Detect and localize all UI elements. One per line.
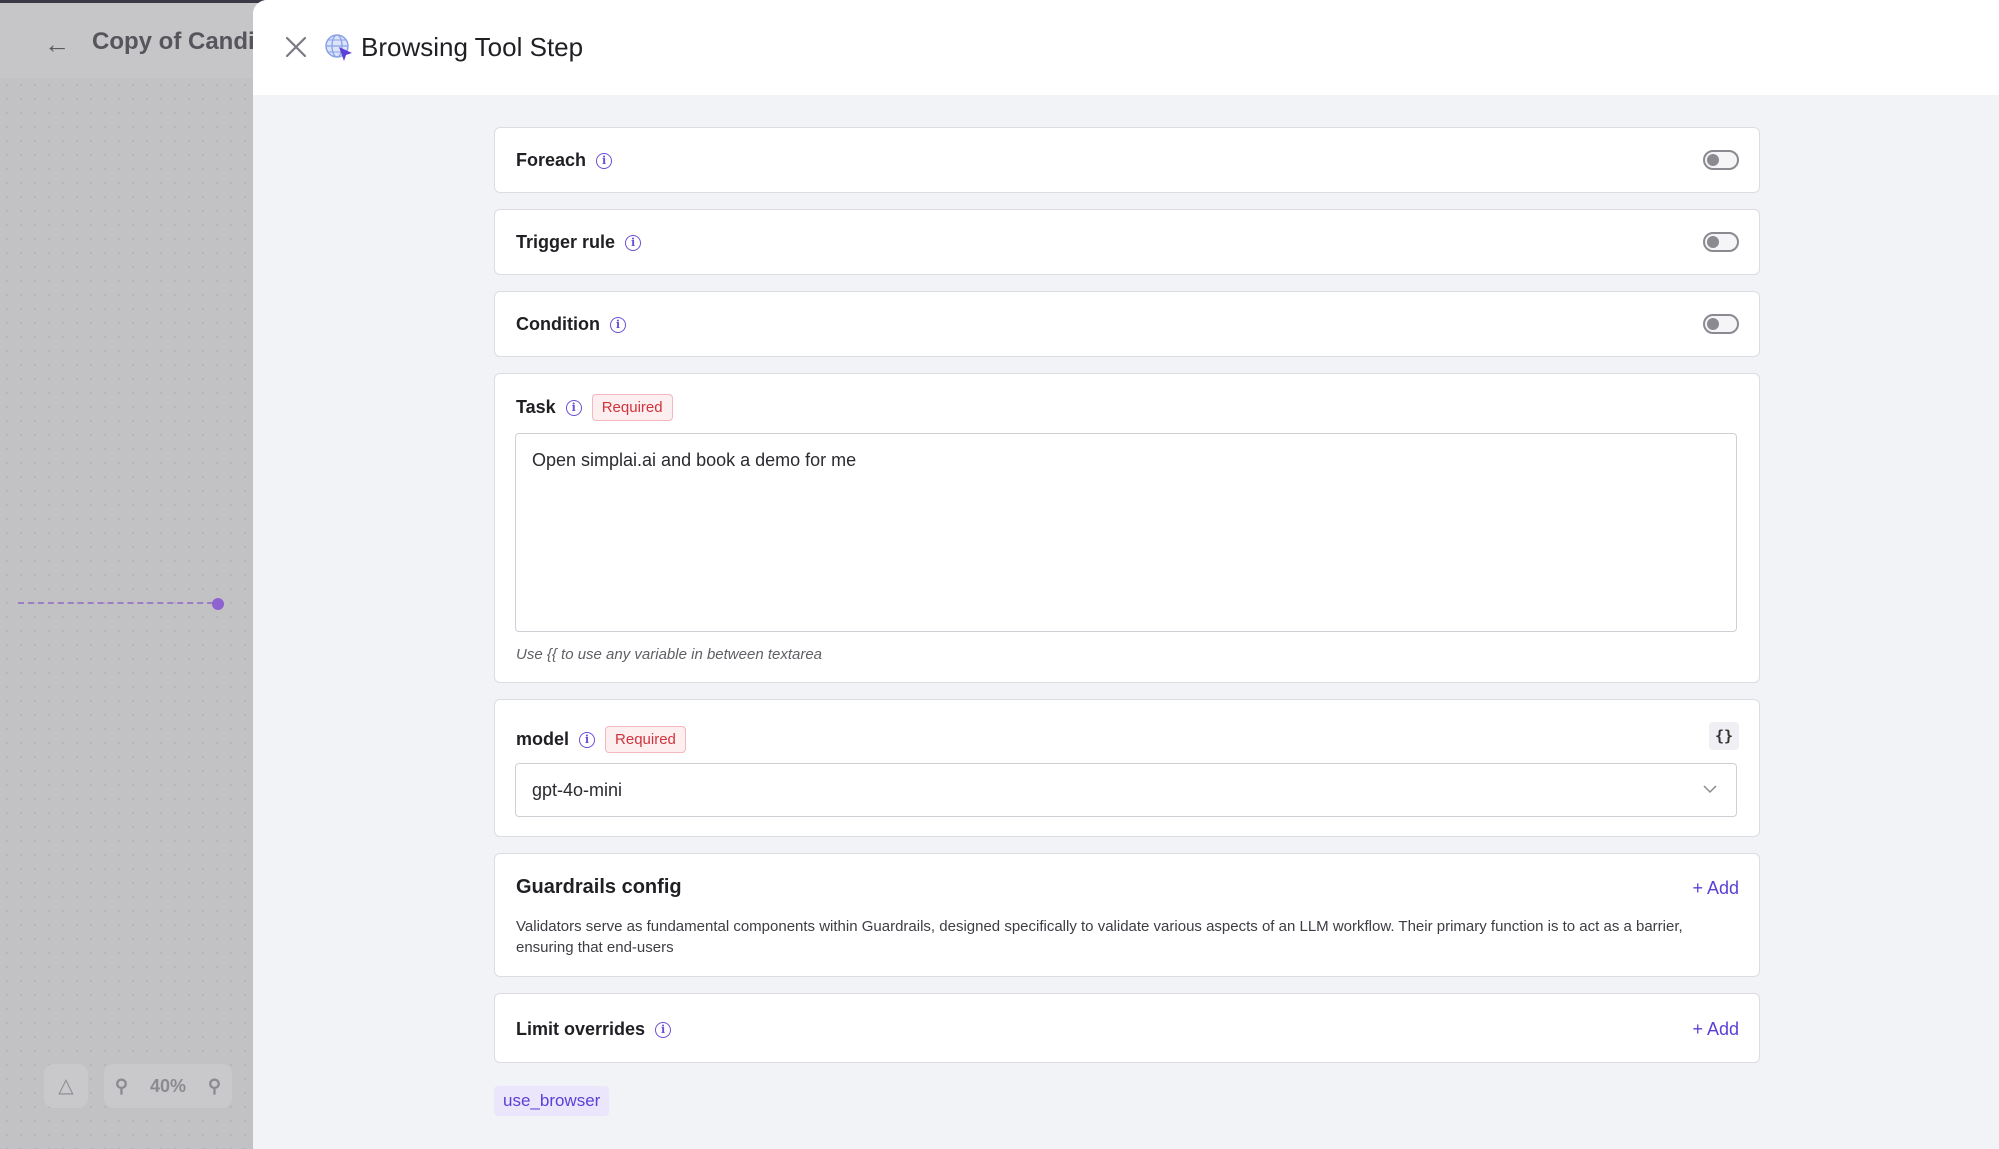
task-card: Task i Required Open simplai.ai and book…: [494, 373, 1760, 683]
background-workflow-title: Copy of Candi: [92, 28, 255, 55]
arrow-left-icon[interactable]: ←: [44, 29, 70, 60]
task-label: Task: [516, 397, 556, 417]
condition-label: Condition: [516, 314, 600, 334]
guardrails-title: Guardrails config: [516, 876, 682, 898]
globe-cursor-icon: [325, 34, 352, 61]
guardrails-add-button[interactable]: + Add: [1692, 878, 1739, 899]
trigger-rule-label-row: Trigger rule i: [516, 232, 642, 253]
info-icon[interactable]: i: [565, 399, 582, 416]
guardrails-card: Guardrails config + Add Validators serve…: [494, 853, 1760, 977]
info-icon[interactable]: i: [625, 234, 642, 251]
foreach-label: Foreach: [516, 150, 587, 170]
info-icon[interactable]: i: [655, 1021, 672, 1038]
required-badge: Required: [605, 726, 686, 753]
trigger-rule-label: Trigger rule: [516, 232, 616, 252]
drawer-header: Browsing Tool Step: [253, 0, 1999, 95]
required-badge: Required: [591, 394, 673, 421]
zoom-out-icon[interactable]: ⚲: [115, 1076, 128, 1097]
model-label-row: model i Required: [516, 726, 686, 753]
chevron-down-icon: [1703, 785, 1717, 794]
zoom-control[interactable]: ⚲ 40% ⚲: [104, 1064, 232, 1108]
limit-overrides-label: Limit overrides: [516, 1019, 646, 1039]
drawer-title: Browsing Tool Step: [361, 32, 584, 62]
zoom-in-icon[interactable]: ⚲: [208, 1076, 221, 1097]
condition-toggle[interactable]: [1703, 314, 1739, 334]
limit-overrides-card: Limit overrides i + Add: [494, 993, 1760, 1063]
layout-tool-button[interactable]: △: [44, 1064, 88, 1108]
task-hint: Use {{ to use any variable in between te…: [516, 646, 823, 663]
task-label-row: Task i Required: [516, 394, 673, 421]
info-icon[interactable]: i: [596, 152, 613, 169]
condition-card: Condition i: [494, 291, 1760, 357]
limit-overrides-add-button[interactable]: + Add: [1692, 1019, 1739, 1040]
trigger-rule-toggle[interactable]: [1703, 232, 1739, 252]
zoom-level: 40%: [149, 1075, 186, 1096]
foreach-label-row: Foreach i: [516, 150, 613, 171]
foreach-card: Foreach i: [494, 127, 1760, 193]
close-icon[interactable]: [283, 34, 309, 60]
model-card: model i Required {} gpt-4o-mini: [494, 699, 1760, 837]
info-icon[interactable]: i: [579, 731, 596, 748]
model-select-value: gpt-4o-mini: [532, 780, 623, 800]
guardrails-description: Validators serve as fundamental componen…: [516, 918, 1683, 956]
task-textarea[interactable]: Open simplai.ai and book a demo for me: [515, 433, 1737, 632]
workflow-canvas: [0, 78, 260, 1149]
limit-overrides-label-row: Limit overrides i: [516, 1019, 672, 1040]
workflow-node-handle: [212, 598, 224, 610]
condition-label-row: Condition i: [516, 314, 626, 335]
foreach-toggle[interactable]: [1703, 150, 1739, 170]
tool-name-tag: use_browser: [494, 1086, 610, 1116]
workflow-edge: [18, 602, 223, 604]
variable-braces-button[interactable]: {}: [1709, 722, 1739, 750]
model-label: model: [516, 729, 570, 749]
step-config-drawer: Browsing Tool Step Foreach i Trigger rul…: [253, 0, 1999, 1149]
info-icon[interactable]: i: [609, 316, 626, 333]
model-select[interactable]: gpt-4o-mini: [515, 763, 1737, 817]
trigger-rule-card: Trigger rule i: [494, 209, 1760, 275]
